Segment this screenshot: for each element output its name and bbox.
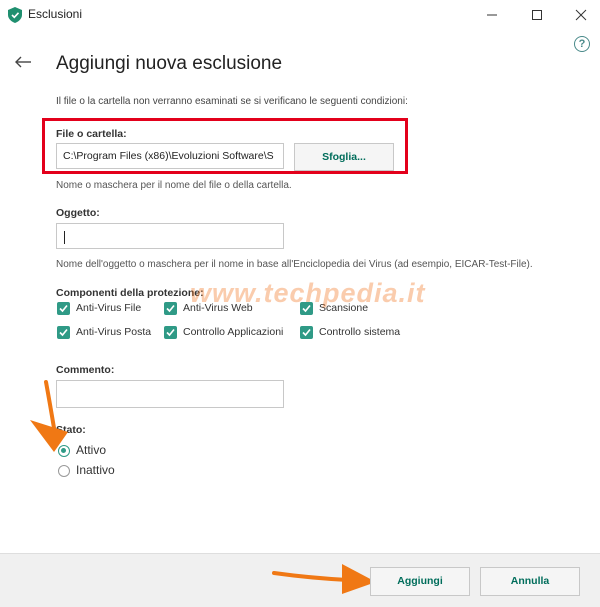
checkmark-icon	[59, 328, 68, 337]
checkmark-icon	[302, 328, 311, 337]
title-bar: Esclusioni	[0, 0, 600, 30]
back-arrow-icon[interactable]	[14, 55, 32, 69]
checkbox-controllo-sistema[interactable]	[300, 326, 313, 339]
attivo-label: Attivo	[76, 443, 107, 457]
watermark: www.techpedia.it	[190, 278, 426, 308]
checkbox-anti-virus-posta[interactable]	[57, 326, 70, 339]
checkbox-anti-virus-web[interactable]	[164, 302, 177, 315]
annotation-arrow-icon	[272, 564, 376, 594]
minimize-icon	[487, 14, 497, 16]
annotation-arrow-icon	[30, 380, 68, 452]
window-title: Esclusioni	[28, 7, 83, 21]
checkmark-icon	[166, 328, 175, 337]
kaspersky-shield-icon	[8, 7, 22, 23]
checkbox-anti-virus-file[interactable]	[57, 302, 70, 315]
minimize-button[interactable]	[477, 4, 507, 26]
intro-text: Il file o la cartella non verranno esami…	[56, 96, 408, 107]
close-icon	[575, 9, 587, 21]
anti-virus-file-label: Anti-Virus File	[76, 302, 142, 314]
controllo-sistema-label: Controllo sistema	[319, 326, 401, 338]
cancel-button[interactable]: Annulla	[480, 567, 580, 596]
file-field-hint: Nome o maschera per il nome del file o d…	[56, 180, 292, 191]
maximize-button[interactable]	[522, 4, 552, 26]
checkbox-controllo-applicazioni[interactable]	[164, 326, 177, 339]
close-button[interactable]	[566, 4, 596, 26]
inattivo-label: Inattivo	[76, 463, 115, 477]
anti-virus-posta-label: Anti-Virus Posta	[76, 326, 152, 338]
page-title: Aggiungi nuova esclusione	[56, 53, 283, 74]
controllo-applicazioni-label: Controllo Applicazioni	[183, 326, 284, 338]
checkmark-icon	[166, 304, 175, 313]
text-cursor	[64, 231, 65, 244]
help-icon[interactable]: ?	[574, 36, 590, 52]
components-label: Componenti della protezione:	[56, 287, 204, 299]
object-field-label: Oggetto:	[56, 207, 100, 219]
maximize-icon	[532, 10, 542, 20]
object-input[interactable]	[56, 223, 284, 249]
object-field-hint: Nome dell'oggetto o maschera per il nome…	[56, 259, 533, 270]
comment-input[interactable]	[56, 380, 284, 408]
highlight-box	[42, 118, 408, 174]
add-button[interactable]: Aggiungi	[370, 567, 470, 596]
radio-inattivo[interactable]	[58, 465, 70, 477]
comment-field-label: Commento:	[56, 364, 115, 376]
checkmark-icon	[59, 304, 68, 313]
